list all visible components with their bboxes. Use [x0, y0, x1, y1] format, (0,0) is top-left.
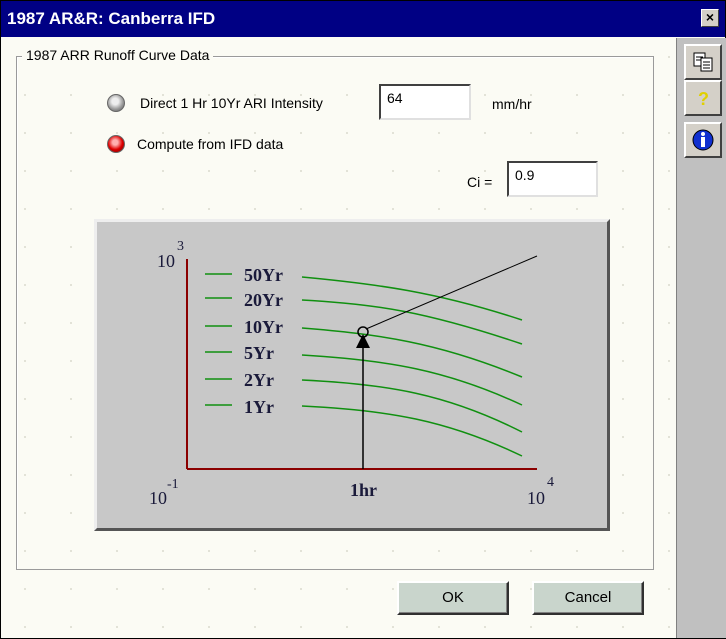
copy-button[interactable]: [684, 44, 722, 80]
direct-intensity-radio[interactable]: [107, 94, 125, 112]
curve-20yr: [301, 299, 523, 345]
dialog-client-area: 1987 ARR Runoff Curve Data Direct 1 Hr 1…: [2, 38, 676, 638]
direct-intensity-label: Direct 1 Hr 10Yr ARI Intensity: [140, 95, 323, 111]
curve-2yr: [301, 379, 523, 433]
side-toolbar: ?: [676, 38, 726, 638]
ci-input[interactable]: 0.9: [507, 161, 598, 197]
intensity-input[interactable]: 64: [379, 84, 471, 120]
info-button[interactable]: [684, 122, 722, 158]
dialog-window: 1987 AR&R: Canberra IFD × 1987 ARR Runof…: [0, 0, 726, 639]
title-bar[interactable]: 1987 AR&R: Canberra IFD ×: [1, 1, 725, 37]
svg-text:?: ?: [698, 89, 709, 109]
close-button[interactable]: ×: [701, 9, 719, 27]
curve-5yr: [301, 354, 523, 406]
help-icon: ?: [698, 89, 709, 109]
y-bottom-base: 10: [149, 488, 167, 508]
cancel-button[interactable]: Cancel: [532, 581, 644, 615]
x-right-exp: 4: [547, 475, 554, 490]
marker-arrow: [356, 334, 370, 348]
curve-label-1yr: 1Yr: [244, 397, 274, 417]
intensity-unit: mm/hr: [492, 96, 532, 112]
x-mid-label: 1hr: [350, 480, 377, 500]
y-top-base: 10: [157, 251, 175, 271]
curve-label-2yr: 2Yr: [244, 370, 274, 390]
info-icon: [692, 129, 714, 151]
curve-label-10yr: 10Yr: [244, 317, 283, 337]
curve-label-20yr: 20Yr: [244, 290, 283, 310]
curve-1yr: [301, 405, 523, 457]
ok-button[interactable]: OK: [397, 581, 509, 615]
curve-label-50yr: 50Yr: [244, 265, 283, 285]
x-right-base: 10: [527, 488, 545, 508]
compute-ifd-label: Compute from IFD data: [137, 136, 284, 152]
extension-line: [365, 255, 538, 330]
help-button[interactable]: ?: [684, 80, 722, 116]
copy-icon: [693, 52, 713, 72]
ifd-chart-illustration: 50Yr 20Yr 10Yr 5Yr 2Yr 1Yr 10 3 10 -1 1h…: [94, 219, 610, 531]
ifd-chart-svg: 50Yr 20Yr 10Yr 5Yr 2Yr 1Yr 10 3 10 -1 1h…: [149, 239, 554, 508]
window-title: 1987 AR&R: Canberra IFD: [7, 9, 216, 28]
curve-label-5yr: 5Yr: [244, 343, 274, 363]
ci-label: Ci =: [467, 174, 493, 190]
compute-ifd-radio[interactable]: [107, 135, 125, 153]
curve-10yr: [301, 327, 523, 378]
y-bottom-exp: -1: [167, 477, 179, 492]
group-label: 1987 ARR Runoff Curve Data: [22, 47, 214, 63]
y-top-exp: 3: [177, 239, 184, 254]
